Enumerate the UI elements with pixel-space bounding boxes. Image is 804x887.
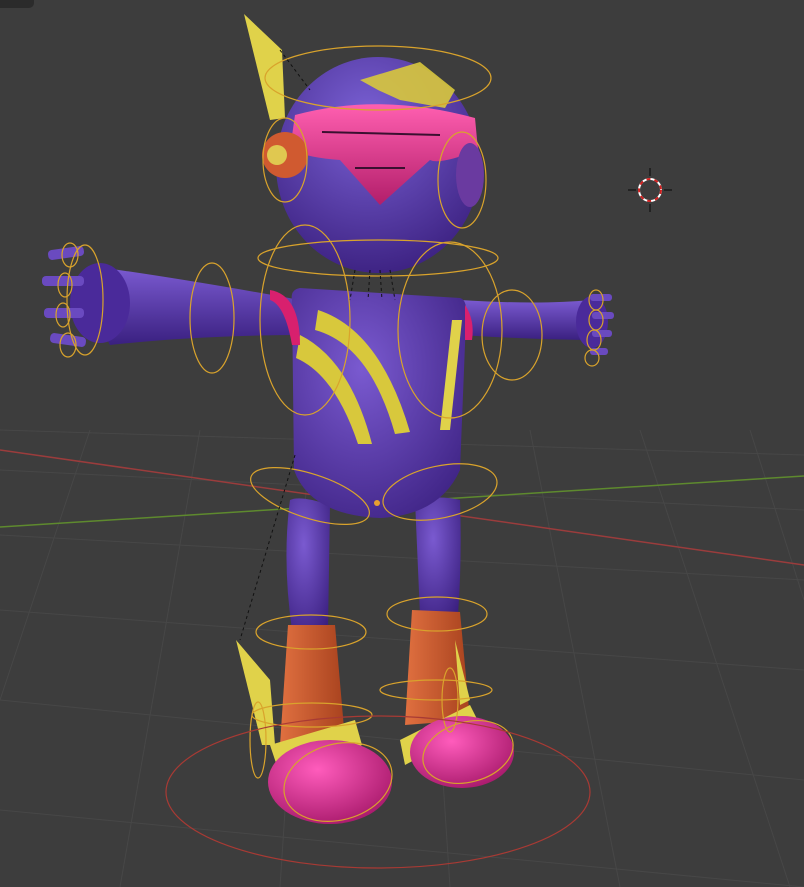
ear-left-inner: [267, 145, 287, 165]
right-shoe[interactable]: [410, 716, 514, 788]
left-shoe[interactable]: [268, 740, 392, 824]
ear-right: [456, 143, 484, 207]
3d-viewport[interactable]: [0, 0, 804, 887]
header-corner-tab[interactable]: [0, 0, 34, 8]
head-fin: [244, 14, 285, 120]
viewport-canvas[interactable]: [0, 0, 804, 887]
3d-cursor-icon[interactable]: [628, 168, 672, 212]
left-boot-fin: [236, 640, 275, 745]
object-origin: [374, 500, 380, 506]
character-model[interactable]: [42, 14, 614, 824]
